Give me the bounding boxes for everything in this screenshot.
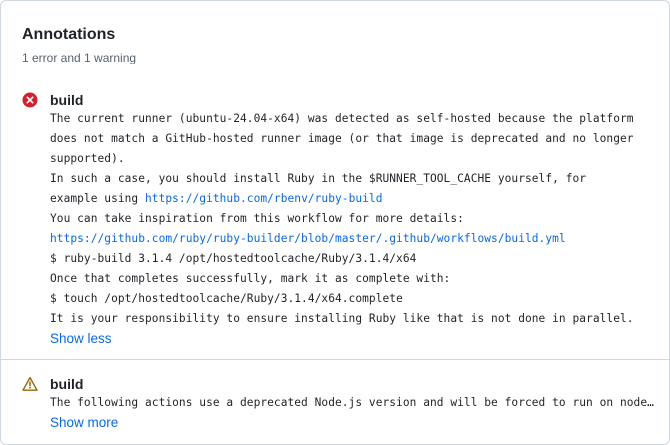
annotation-title: build — [50, 92, 84, 108]
message-line: does not match a GitHub-hosted runner im… — [50, 132, 634, 145]
message-line: $ touch /opt/hostedtoolcache/Ruby/3.1.4/… — [50, 292, 403, 305]
message-line: $ ruby-build 3.1.4 /opt/hostedtoolcache/… — [50, 252, 417, 265]
message-line: It is your responsibility to ensure inst… — [50, 312, 634, 325]
message-line: The following actions use a deprecated N… — [50, 396, 655, 409]
annotation-message: The following actions use a deprecated N… — [50, 393, 655, 413]
warning-annotation: build The following actions use a deprec… — [1, 359, 669, 433]
annotation-title: build — [50, 376, 84, 392]
annotations-panel: Annotations 1 error and 1 warning build … — [0, 0, 670, 445]
show-less-button[interactable]: Show less — [50, 329, 112, 349]
show-more-button[interactable]: Show more — [50, 413, 118, 433]
ruby-build-link[interactable]: https://github.com/rbenv/ruby-build — [145, 192, 383, 205]
message-line: In such a case, you should install Ruby … — [50, 172, 587, 185]
workflow-link[interactable]: https://github.com/ruby/ruby-builder/blo… — [50, 232, 566, 245]
message-line: supported). — [50, 152, 125, 165]
message-line: You can take inspiration from this workf… — [50, 212, 464, 225]
message-text: example using — [50, 192, 145, 205]
message-line: Once that completes successfully, mark i… — [50, 272, 451, 285]
alert-triangle-icon — [22, 376, 38, 391]
message-line: The current runner (ubuntu-24.04-x64) wa… — [50, 112, 634, 125]
message-line: https://github.com/ruby/ruby-builder/blo… — [50, 229, 655, 249]
error-annotation: build The current runner (ubuntu-24.04-x… — [1, 64, 669, 359]
annotation-message: The current runner (ubuntu-24.04-x64) wa… — [50, 109, 655, 329]
annotations-header: Annotations 1 error and 1 warning — [1, 1, 669, 65]
message-line: example using https://github.com/rbenv/r… — [50, 189, 655, 209]
panel-title: Annotations — [22, 26, 116, 43]
x-circle-fill-icon — [22, 92, 38, 108]
